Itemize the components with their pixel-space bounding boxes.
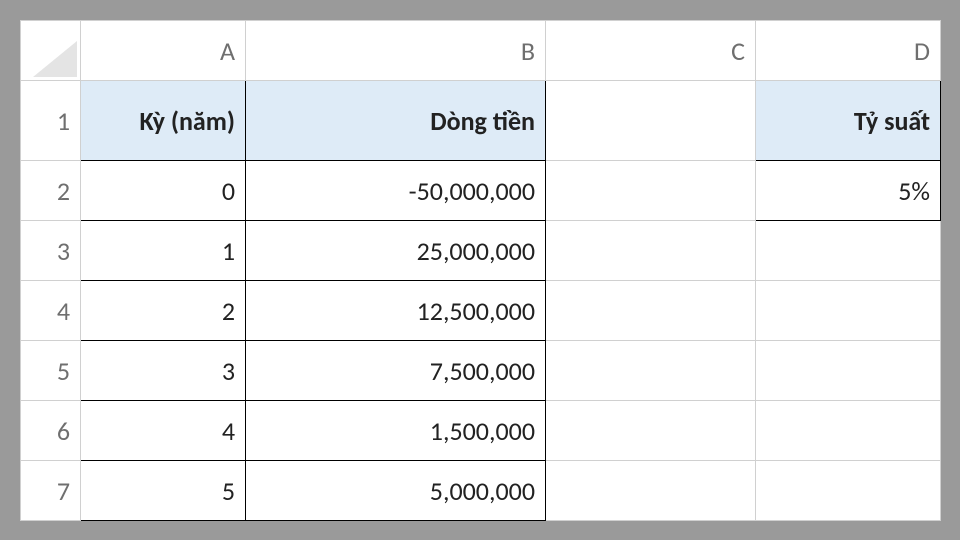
row-header-1[interactable]: 1 <box>21 81 81 161</box>
col-header-A[interactable]: A <box>81 21 246 81</box>
cell-C2[interactable] <box>546 161 756 221</box>
cell-period-4[interactable]: 4 <box>81 401 246 461</box>
row-header-7[interactable]: 7 <box>21 461 81 521</box>
cell-D5[interactable] <box>756 341 941 401</box>
row-header-5[interactable]: 5 <box>21 341 81 401</box>
cell-D6[interactable] <box>756 401 941 461</box>
cell-cashflow-2[interactable]: 12,500,000 <box>246 281 546 341</box>
header-rate[interactable]: Tỷ suất <box>756 81 941 161</box>
col-header-D[interactable]: D <box>756 21 941 81</box>
cell-period-0[interactable]: 0 <box>81 161 246 221</box>
cell-period-3[interactable]: 3 <box>81 341 246 401</box>
cell-cashflow-4[interactable]: 1,500,000 <box>246 401 546 461</box>
cell-cashflow-1[interactable]: 25,000,000 <box>246 221 546 281</box>
header-period[interactable]: Kỳ (năm) <box>81 81 246 161</box>
cell-rate-value[interactable]: 5% <box>756 161 941 221</box>
cell-C4[interactable] <box>546 281 756 341</box>
cell-C6[interactable] <box>546 401 756 461</box>
row-header-6[interactable]: 6 <box>21 401 81 461</box>
cell-C7[interactable] <box>546 461 756 521</box>
select-all-corner[interactable] <box>21 21 81 81</box>
cell-C5[interactable] <box>546 341 756 401</box>
cell-period-2[interactable]: 2 <box>81 281 246 341</box>
cell-cashflow-5[interactable]: 5,000,000 <box>246 461 546 521</box>
header-cashflow[interactable]: Dòng tiền <box>246 81 546 161</box>
row-header-4[interactable]: 4 <box>21 281 81 341</box>
cell-cashflow-3[interactable]: 7,500,000 <box>246 341 546 401</box>
cell-D3[interactable] <box>756 221 941 281</box>
row-header-3[interactable]: 3 <box>21 221 81 281</box>
cell-D4[interactable] <box>756 281 941 341</box>
col-header-B[interactable]: B <box>246 21 546 81</box>
cell-C1[interactable] <box>546 81 756 161</box>
spreadsheet-grid: A B C D 1 Kỳ (năm) Dòng tiền Tỷ suất 2 0… <box>20 20 941 521</box>
cell-period-1[interactable]: 1 <box>81 221 246 281</box>
col-header-C[interactable]: C <box>546 21 756 81</box>
worksheet: A B C D 1 Kỳ (năm) Dòng tiền Tỷ suất 2 0… <box>20 20 940 520</box>
row-header-2[interactable]: 2 <box>21 161 81 221</box>
cell-C3[interactable] <box>546 221 756 281</box>
cell-period-5[interactable]: 5 <box>81 461 246 521</box>
cell-cashflow-0[interactable]: -50,000,000 <box>246 161 546 221</box>
cell-D7[interactable] <box>756 461 941 521</box>
